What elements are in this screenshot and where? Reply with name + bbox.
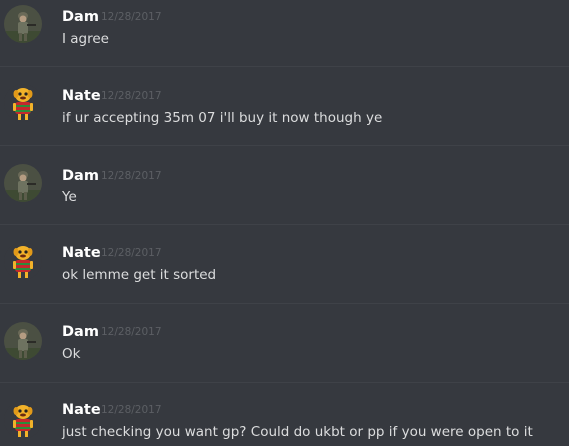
message-author[interactable]: Dam: [62, 8, 99, 26]
message-author[interactable]: Dam: [62, 167, 99, 185]
message-divider: [0, 66, 569, 67]
message-text: I agree: [62, 31, 109, 47]
message-text: if ur accepting 35m 07 i'll buy it now t…: [62, 110, 383, 126]
soldier-avatar-icon[interactable]: [4, 322, 42, 360]
cartoon-dog-avatar-icon[interactable]: [4, 84, 42, 122]
soldier-avatar-icon[interactable]: [4, 5, 42, 43]
message-group: Nate 12/28/2017 ok lemme get it sorted: [0, 238, 569, 316]
message-divider: [0, 382, 569, 383]
message-text: just checking you want gp? Could do ukbt…: [62, 424, 533, 440]
soldier-avatar-icon[interactable]: [4, 164, 42, 202]
message-timestamp: 12/28/2017: [101, 404, 162, 416]
message-timestamp: 12/28/2017: [101, 90, 162, 102]
chat-message-list: Dam 12/28/2017 I agree Nate 12/28/2017 i…: [0, 0, 569, 446]
message-divider: [0, 145, 569, 146]
message-group: Dam 12/28/2017 Ok: [0, 317, 569, 395]
message-text: Ye: [62, 189, 77, 205]
message-text: Ok: [62, 346, 81, 362]
message-timestamp: 12/28/2017: [101, 170, 162, 182]
message-text: ok lemme get it sorted: [62, 267, 217, 283]
message-timestamp: 12/28/2017: [101, 247, 162, 259]
message-author[interactable]: Nate: [62, 401, 101, 419]
message-group: Nate 12/28/2017 if ur accepting 35m 07 i…: [0, 80, 569, 158]
message-divider: [0, 303, 569, 304]
cartoon-dog-avatar-icon[interactable]: [4, 401, 42, 439]
message-author[interactable]: Nate: [62, 87, 101, 105]
message-timestamp: 12/28/2017: [101, 11, 162, 23]
cartoon-dog-avatar-icon[interactable]: [4, 242, 42, 280]
message-timestamp: 12/28/2017: [101, 326, 162, 338]
message-group: Dam 12/28/2017 Ye: [0, 159, 569, 237]
message-author[interactable]: Nate: [62, 244, 101, 262]
message-author[interactable]: Dam: [62, 323, 99, 341]
message-group: Nate 12/28/2017 just checking you want g…: [0, 396, 569, 446]
message-divider: [0, 224, 569, 225]
